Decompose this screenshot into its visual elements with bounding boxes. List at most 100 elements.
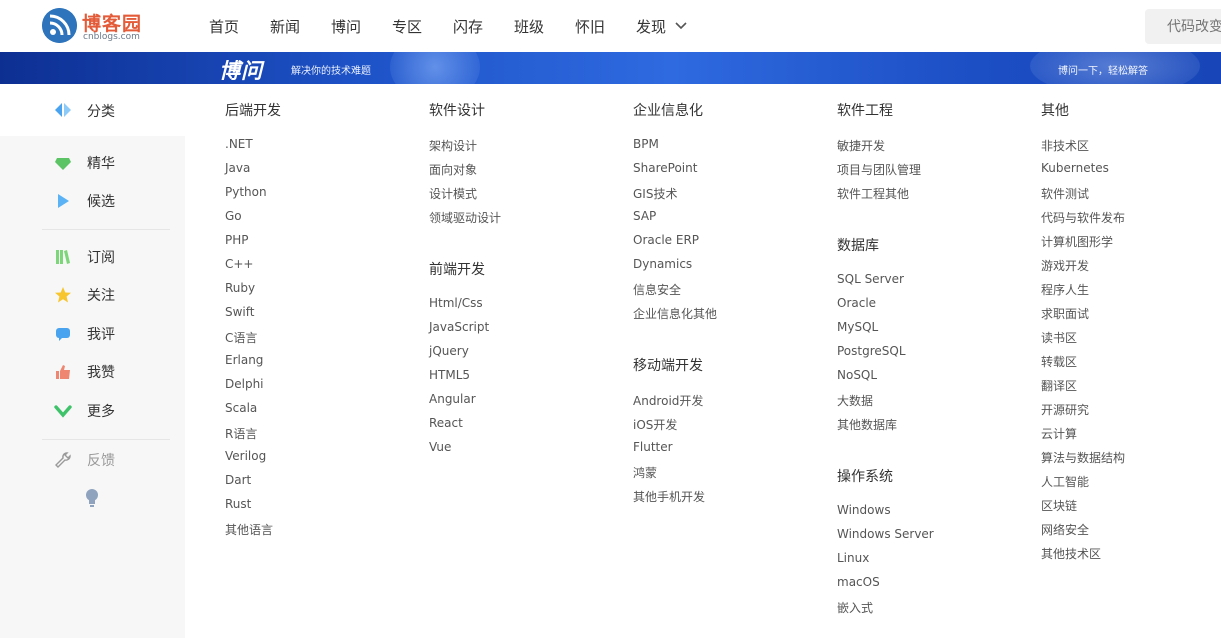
category-link[interactable]: 开源研究 <box>1041 401 1089 418</box>
category-link[interactable]: jQuery <box>429 344 469 358</box>
category-link[interactable]: 转载区 <box>1041 353 1077 370</box>
category-link[interactable]: 读书区 <box>1041 329 1077 346</box>
nav-zone[interactable]: 专区 <box>392 16 422 37</box>
category-link[interactable]: Kubernetes <box>1041 161 1109 175</box>
category-link[interactable]: C语言 <box>225 329 257 346</box>
site-logo[interactable]: 博客园 cnblogs.com <box>42 8 152 44</box>
category-link[interactable]: 企业信息化其他 <box>633 305 717 322</box>
sidebar-divider <box>42 439 170 440</box>
category-link[interactable]: 嵌入式 <box>837 599 873 616</box>
category-link[interactable]: Linux <box>837 551 869 565</box>
category-link[interactable]: 设计模式 <box>429 185 477 202</box>
category-link[interactable]: 求职面试 <box>1041 305 1089 322</box>
lightbulb-icon[interactable] <box>84 488 100 508</box>
category-link[interactable]: Android开发 <box>633 392 703 409</box>
category-link[interactable]: React <box>429 416 463 430</box>
category-link[interactable]: 其他技术区 <box>1041 545 1101 562</box>
category-link[interactable]: Ruby <box>225 281 255 295</box>
chevron-down-icon[interactable] <box>675 21 687 31</box>
sidebar-item-my-comments[interactable]: 我评 <box>0 319 185 349</box>
sidebar-item-more[interactable]: 更多 <box>0 396 185 426</box>
category-link[interactable]: 非技术区 <box>1041 137 1089 154</box>
category-link[interactable]: 云计算 <box>1041 425 1077 442</box>
category-link[interactable]: C++ <box>225 257 254 271</box>
category-link[interactable]: 游戏开发 <box>1041 257 1089 274</box>
sidebar-item-follow[interactable]: 关注 <box>0 280 185 310</box>
category-link[interactable]: Scala <box>225 401 257 415</box>
qa-banner[interactable]: 博问 解决你的技术难题 博问一下，轻松解答 <box>0 52 1221 84</box>
category-link[interactable]: Java <box>225 161 250 175</box>
category-link[interactable]: Verilog <box>225 449 266 463</box>
category-link[interactable]: 网络安全 <box>1041 521 1089 538</box>
category-link[interactable]: HTML5 <box>429 368 470 382</box>
nav-home[interactable]: 首页 <box>209 16 239 37</box>
category-link[interactable]: 领域驱动设计 <box>429 209 501 226</box>
sidebar-item-candidate[interactable]: 候选 <box>0 186 185 216</box>
sidebar-item-category[interactable]: 分类 <box>0 84 185 136</box>
category-link[interactable]: R语言 <box>225 425 257 442</box>
sidebar-item-featured[interactable]: 精华 <box>0 148 185 178</box>
nav-qa[interactable]: 博问 <box>331 16 361 37</box>
category-link[interactable]: 其他数据库 <box>837 416 897 433</box>
category-link[interactable]: 算法与数据结构 <box>1041 449 1125 466</box>
nav-nostalgia[interactable]: 怀旧 <box>575 16 605 37</box>
sidebar-item-subscribe[interactable]: 订阅 <box>0 242 185 272</box>
category-link[interactable]: 人工智能 <box>1041 473 1089 490</box>
category-link[interactable]: 面向对象 <box>429 161 477 178</box>
category-link[interactable]: 大数据 <box>837 392 873 409</box>
category-link[interactable]: 翻译区 <box>1041 377 1077 394</box>
category-link[interactable]: Windows <box>837 503 891 517</box>
category-link[interactable]: iOS开发 <box>633 416 677 433</box>
category-link[interactable]: Angular <box>429 392 476 406</box>
category-link[interactable]: 敏捷开发 <box>837 137 885 154</box>
sidebar-item-feedback[interactable]: 反馈 <box>0 445 185 475</box>
category-link[interactable]: 信息安全 <box>633 281 681 298</box>
category-link[interactable]: Flutter <box>633 440 673 454</box>
category-link[interactable]: GIS技术 <box>633 185 677 202</box>
category-link[interactable]: Oracle <box>837 296 876 310</box>
category-link[interactable]: Rust <box>225 497 251 511</box>
category-link[interactable]: MySQL <box>837 320 878 334</box>
category-link[interactable]: Html/Css <box>429 296 483 310</box>
category-link[interactable]: Delphi <box>225 377 264 391</box>
nav-discover[interactable]: 发现 <box>636 16 666 37</box>
category-link[interactable]: 代码与软件发布 <box>1041 209 1125 226</box>
category-link[interactable]: JavaScript <box>429 320 489 334</box>
category-link[interactable]: Oracle ERP <box>633 233 699 247</box>
category-link[interactable]: 软件工程其他 <box>837 185 909 202</box>
category-link[interactable]: Vue <box>429 440 451 454</box>
nav-news[interactable]: 新闻 <box>270 16 300 37</box>
category-link[interactable]: Windows Server <box>837 527 934 541</box>
category-link[interactable]: SAP <box>633 209 656 223</box>
category-link[interactable]: 区块链 <box>1041 497 1077 514</box>
category-link[interactable]: macOS <box>837 575 880 589</box>
category-link[interactable]: 项目与团队管理 <box>837 161 921 178</box>
category-link[interactable]: Dynamics <box>633 257 692 271</box>
category-link[interactable]: 其他语言 <box>225 521 273 538</box>
banner-decoration <box>390 52 480 84</box>
category-link[interactable]: SQL Server <box>837 272 904 286</box>
category-link[interactable]: BPM <box>633 137 659 151</box>
category-link[interactable]: Dart <box>225 473 251 487</box>
category-link[interactable]: SharePoint <box>633 161 697 175</box>
category-link[interactable]: Python <box>225 185 267 199</box>
category-link[interactable]: 其他手机开发 <box>633 488 705 505</box>
category-link[interactable]: PostgreSQL <box>837 344 906 358</box>
category-link[interactable]: .NET <box>225 137 253 151</box>
nav-class[interactable]: 班级 <box>514 16 544 37</box>
nav-flash[interactable]: 闪存 <box>453 16 483 37</box>
category-link[interactable]: PHP <box>225 233 249 247</box>
category-link[interactable]: 计算机图形学 <box>1041 233 1113 250</box>
category-link[interactable]: 程序人生 <box>1041 281 1089 298</box>
category-link[interactable]: Go <box>225 209 242 223</box>
category-link[interactable]: 鸿蒙 <box>633 464 657 481</box>
category-link[interactable]: NoSQL <box>837 368 877 382</box>
category-link[interactable]: Swift <box>225 305 254 319</box>
sidebar-item-my-likes[interactable]: 我赞 <box>0 357 185 387</box>
search-box[interactable] <box>1145 9 1221 44</box>
search-input[interactable] <box>1145 9 1221 44</box>
category-link[interactable]: Erlang <box>225 353 263 367</box>
category-link[interactable]: 软件测试 <box>1041 185 1089 202</box>
category-link[interactable]: 架构设计 <box>429 137 477 154</box>
star-icon <box>55 287 71 303</box>
